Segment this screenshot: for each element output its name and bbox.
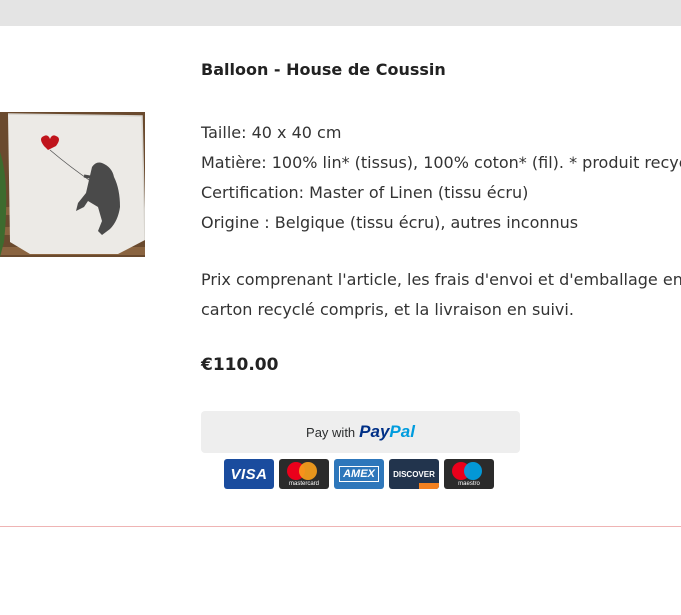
top-bar — [0, 0, 681, 26]
maestro-blue-circle — [464, 462, 482, 480]
spec-size: Taille: 40 x 40 cm — [201, 123, 342, 142]
product-title: Balloon - House de Coussin — [201, 60, 446, 79]
maestro-label: maestro — [458, 481, 480, 487]
spec-material: Matière: 100% lin* (tissus), 100% coton*… — [201, 153, 681, 172]
product-image[interactable] — [0, 112, 145, 257]
amex-icon: AMEX — [334, 459, 384, 489]
mastercard-label: mastercard — [288, 481, 319, 487]
discover-icon: DISCOVER — [389, 459, 439, 489]
product-description: Prix comprenant l'article, les frais d'e… — [201, 265, 681, 325]
section-divider — [0, 526, 681, 527]
maestro-icon: maestro — [444, 459, 494, 489]
spec-origin: Origine : Belgique (tissu écru), autres … — [201, 213, 579, 232]
amex-label: AMEX — [339, 466, 379, 482]
discover-label: DISCOVER — [393, 469, 435, 479]
mastercard-orange-circle — [299, 462, 317, 480]
description-line: carton recyclé compris, et la livraison … — [201, 300, 574, 319]
visa-icon: VISA — [224, 459, 274, 489]
product-specs: Taille: 40 x 40 cm Matière: 100% lin* (t… — [201, 118, 681, 238]
paypal-logo-pay: Pay — [359, 422, 390, 441]
paypal-pay-with-label: Pay with — [306, 424, 356, 440]
product-price: €110.00 — [201, 355, 279, 375]
description-line: Prix comprenant l'article, les frais d'e… — [201, 270, 681, 289]
paypal-logo: PayPal — [359, 422, 415, 442]
visa-label: VISA — [230, 465, 268, 483]
paypal-logo-pal: Pal — [389, 422, 415, 441]
mastercard-icon: mastercard — [279, 459, 329, 489]
paypal-button[interactable]: Pay with PayPal — [201, 411, 520, 453]
payment-cards: VISA mastercard AMEX DISCOVER maestro — [224, 459, 494, 489]
spec-certification: Certification: Master of Linen (tissu éc… — [201, 183, 529, 202]
